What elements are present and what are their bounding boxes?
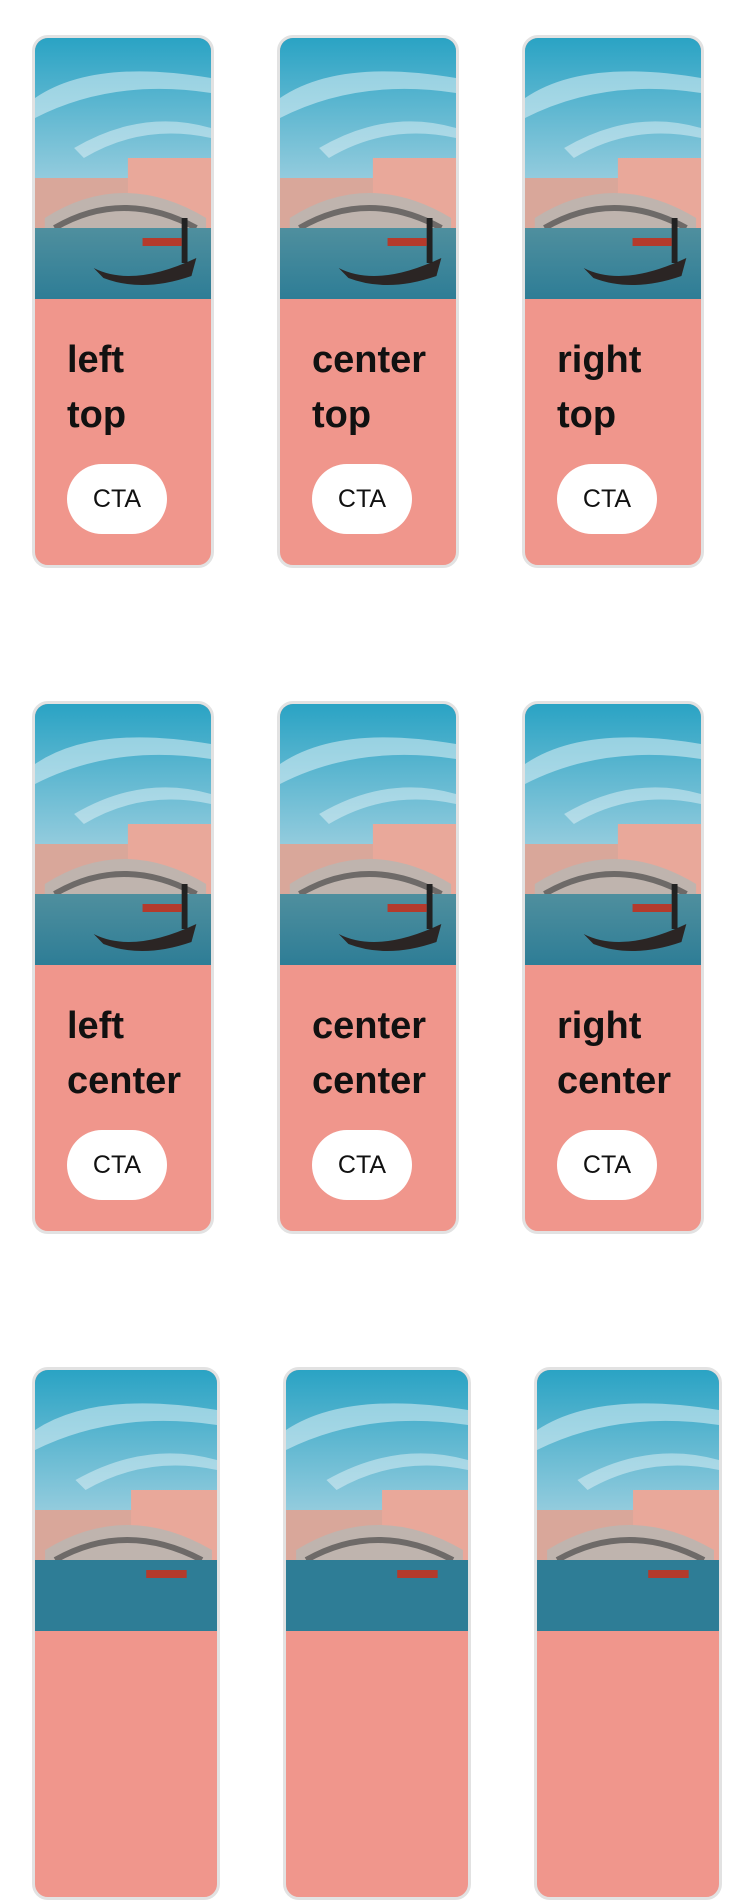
cta-button[interactable]: CTA xyxy=(67,464,167,534)
venice-photo xyxy=(280,38,456,299)
cta-button[interactable]: CTA xyxy=(67,1130,167,1200)
venice-photo xyxy=(286,1370,468,1631)
card-center-top: center top CTA xyxy=(277,35,459,568)
card-row3-left xyxy=(32,1367,220,1900)
venice-photo xyxy=(35,38,211,299)
card-body: center center CTA xyxy=(280,965,456,1231)
card-body: left center CTA xyxy=(35,965,211,1231)
card-left-top: left top CTA xyxy=(32,35,214,568)
card-title: left center xyxy=(67,1005,182,1102)
cta-button[interactable]: CTA xyxy=(557,1130,657,1200)
card-body: center top CTA xyxy=(280,299,456,565)
venice-photo xyxy=(35,1370,217,1631)
card-right-center: right center CTA xyxy=(522,701,704,1234)
venice-photo xyxy=(525,704,701,965)
venice-photo xyxy=(537,1370,719,1631)
card-row3-center xyxy=(283,1367,471,1900)
card-right-top: right top CTA xyxy=(522,35,704,568)
card-left-center: left center CTA xyxy=(32,701,214,1234)
cta-button[interactable]: CTA xyxy=(557,464,657,534)
card-center-center: center center CTA xyxy=(277,701,459,1234)
card-title: center top xyxy=(312,339,427,436)
card-title: center center xyxy=(312,1005,427,1102)
venice-photo xyxy=(280,704,456,965)
card-title: right center xyxy=(557,1005,672,1102)
card-row3-right xyxy=(534,1367,722,1900)
card-title: right top xyxy=(557,339,642,436)
card-title: left top xyxy=(67,339,127,436)
card-body: right top CTA xyxy=(525,299,701,565)
venice-photo xyxy=(35,704,211,965)
card-body: left top CTA xyxy=(35,299,211,565)
cta-button[interactable]: CTA xyxy=(312,464,412,534)
venice-photo xyxy=(525,38,701,299)
card-body: right center CTA xyxy=(525,965,701,1231)
cta-button[interactable]: CTA xyxy=(312,1130,412,1200)
